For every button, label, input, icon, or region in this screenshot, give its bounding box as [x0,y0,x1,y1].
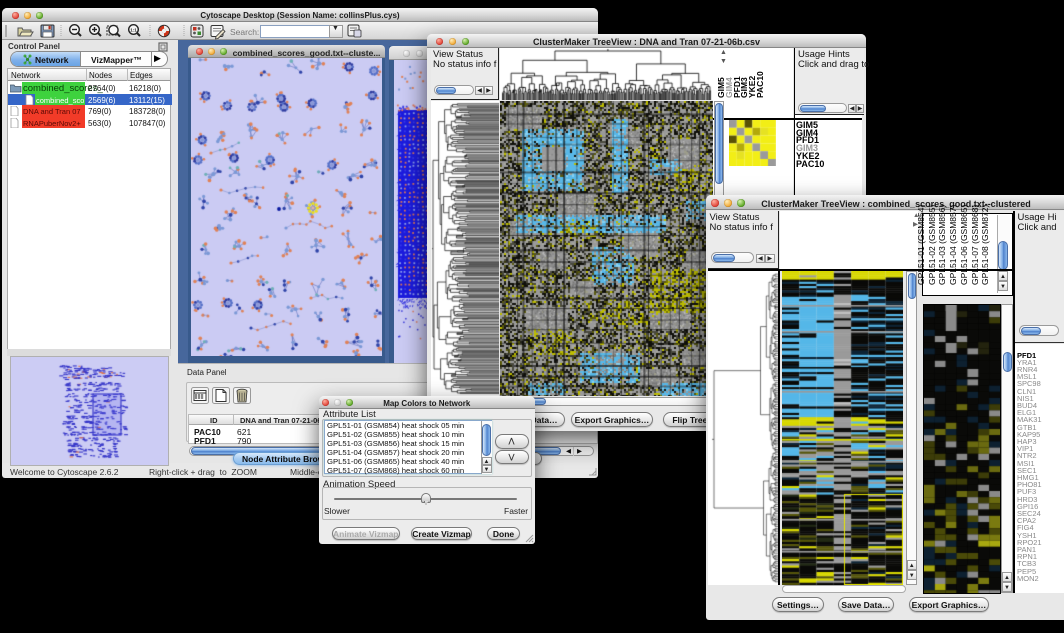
svg-text:1:1: 1:1 [130,28,137,33]
